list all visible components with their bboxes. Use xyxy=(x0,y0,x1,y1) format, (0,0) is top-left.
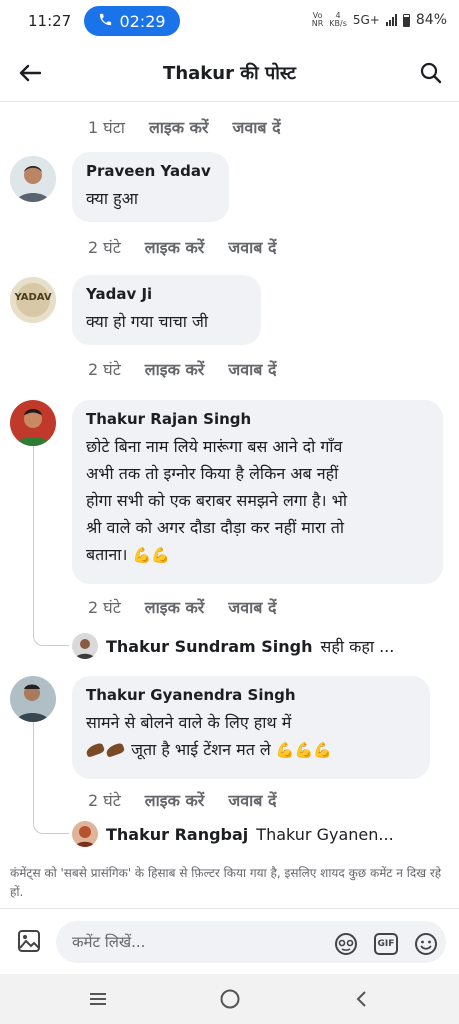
comment-bubble[interactable]: Thakur Rajan Singh छोटे बिना नाम लिये मा… xyxy=(72,400,443,584)
photo-icon xyxy=(18,930,40,952)
avatar-logo-text: YADAV xyxy=(14,292,52,303)
comment-author[interactable]: Yadav Ji xyxy=(86,285,247,303)
status-icons: Vo NR 4 KB/s 5G+ 84% xyxy=(311,11,447,29)
like-button[interactable]: लाइक करें xyxy=(145,236,205,258)
comment-bubble[interactable]: Yadav Ji क्या हो गया चाचा जी xyxy=(72,275,261,345)
photo-button[interactable] xyxy=(16,928,42,954)
battery-icon xyxy=(402,13,410,27)
search-button[interactable] xyxy=(415,57,447,89)
emoji-icon xyxy=(415,933,437,955)
comment-meta: 2 घंटे लाइक करें जवाब दें xyxy=(88,236,276,258)
reply-button[interactable]: जवाब दें xyxy=(228,789,276,811)
reply-author[interactable]: Thakur Rangbaj xyxy=(106,825,248,844)
avatar[interactable] xyxy=(10,400,56,446)
comment-bubble[interactable]: Praveen Yadav क्या हुआ xyxy=(72,152,229,222)
call-timer: 02:29 xyxy=(119,11,166,31)
comment-text: क्या हुआ xyxy=(86,189,138,208)
comment-author[interactable]: Thakur Gyanendra Singh xyxy=(86,686,416,704)
reply-text: Thakur Gyanen... xyxy=(256,824,394,844)
comment-composer: कमेंट लिखें... GIF xyxy=(0,908,459,974)
reply-thread-line xyxy=(33,446,69,646)
reply-avatar xyxy=(72,821,98,847)
network-type: 5G+ xyxy=(352,13,380,27)
reply-thread-line xyxy=(33,722,69,834)
filter-note: कंमेंट्स को 'सबसे प्रासंगिक' के हिसाब से… xyxy=(10,866,442,899)
reply-preview[interactable]: Thakur Rangbaj Thakur Gyanen... xyxy=(72,820,394,848)
flexed-biceps-emoji: 💪 xyxy=(151,546,170,564)
reply-author[interactable]: Thakur Sundram Singh xyxy=(106,637,313,656)
reply-preview[interactable]: Thakur Sundram Singh सही कहा ... xyxy=(72,632,394,660)
comment-time: 2 घंटे xyxy=(88,360,121,379)
like-button[interactable]: लाइक करें xyxy=(145,789,205,811)
like-button[interactable]: लाइक करें xyxy=(149,116,209,138)
avatar[interactable] xyxy=(10,676,56,722)
comment-time: 2 घंटे xyxy=(88,791,121,810)
system-nav-bar xyxy=(0,974,459,1024)
comment-text-line: होगा सभी को एक बराबर समझने लगा है। भो xyxy=(86,491,348,510)
comment-text-line: अभी तक तो इग्नोर किया है लेकिन अब नहीं xyxy=(86,464,339,483)
comment-meta: 2 घंटे लाइक करें जवाब दें xyxy=(88,596,276,618)
comment-text-line-last: बताना। 💪💪 xyxy=(86,541,429,569)
comment-time: 2 घंटे xyxy=(88,238,121,257)
home-button[interactable] xyxy=(210,984,250,1014)
flexed-biceps-emoji: 💪 xyxy=(275,741,295,759)
status-bar: 11:27 02:29 Vo NR 4 KB/s 5G+ 84% xyxy=(0,0,459,44)
app-header: Thakur की पोस्ट xyxy=(0,44,459,102)
volte-icon: Vo NR xyxy=(311,11,324,28)
comment-text-line: जूता है भाई टेंशन मत ले 💪💪💪 xyxy=(84,736,416,764)
avatar[interactable]: YADAV xyxy=(10,277,56,323)
avatar[interactable] xyxy=(10,156,56,202)
avatar-sticker-button[interactable] xyxy=(333,931,359,957)
avatar-sticker-icon xyxy=(335,933,357,955)
comment-meta: 1 घंटा लाइक करें जवाब दें xyxy=(88,116,281,138)
reply-text: सही कहा ... xyxy=(320,637,395,656)
comment-author[interactable]: Thakur Rajan Singh xyxy=(86,410,429,428)
composer-icons: GIF xyxy=(333,931,439,957)
comment-meta: 2 घंटे लाइक करें जवाब दें xyxy=(88,789,276,811)
menu-lines-icon xyxy=(90,993,106,1005)
gif-label: GIF xyxy=(377,939,395,949)
battery-percent: 84% xyxy=(415,12,447,28)
comment-meta: 2 घंटे लाइक करें जवाब दें xyxy=(88,358,276,380)
signal-icon xyxy=(385,14,397,26)
like-button[interactable]: लाइक करें xyxy=(145,596,205,618)
search-icon xyxy=(420,62,442,84)
comment-time: 2 घंटे xyxy=(88,598,121,617)
like-button[interactable]: लाइक करें xyxy=(145,358,205,380)
ongoing-call-pill[interactable]: 02:29 xyxy=(84,6,180,36)
reply-button[interactable]: जवाब दें xyxy=(228,596,276,618)
reply-button[interactable]: जवाब दें xyxy=(228,358,276,380)
flexed-biceps-emoji: 💪 xyxy=(313,741,332,759)
chevron-left-icon xyxy=(356,991,366,1007)
home-circle-icon xyxy=(220,989,240,1009)
comment-author[interactable]: Praveen Yadav xyxy=(86,162,215,180)
reply-avatar xyxy=(72,633,98,659)
flexed-biceps-emoji: 💪 xyxy=(294,741,314,759)
status-time: 11:27 xyxy=(28,12,72,30)
comment-text: क्या हो गया चाचा जी xyxy=(86,312,209,331)
back-nav-button[interactable] xyxy=(342,984,382,1014)
recents-button[interactable] xyxy=(78,984,118,1014)
comment-bubble[interactable]: Thakur Gyanendra Singh सामने से बोलने वा… xyxy=(72,676,430,779)
shoe-emoji xyxy=(104,742,126,758)
shoe-emoji xyxy=(84,742,106,758)
reply-button[interactable]: जवाब दें xyxy=(228,236,276,258)
page-title: Thakur की पोस्ट xyxy=(163,63,296,84)
gif-button[interactable]: GIF xyxy=(373,931,399,957)
emoji-button[interactable] xyxy=(413,931,439,957)
data-speed: 4 KB/s xyxy=(329,11,347,28)
comment-text-line: छोटे बिना नाम लिये मारूंगा बस आने दो गाँ… xyxy=(86,437,343,456)
phone-icon xyxy=(98,12,113,31)
comment-time: 1 घंटा xyxy=(88,118,125,137)
comment-text-line: सामने से बोलने वाले के लिए हाथ में xyxy=(86,713,292,732)
reply-button[interactable]: जवाब दें xyxy=(232,116,280,138)
flexed-biceps-emoji: 💪 xyxy=(132,546,152,564)
comment-text-line: श्री वाले को अगर दौडा दौड़ा कर नहीं मारा… xyxy=(86,518,345,537)
